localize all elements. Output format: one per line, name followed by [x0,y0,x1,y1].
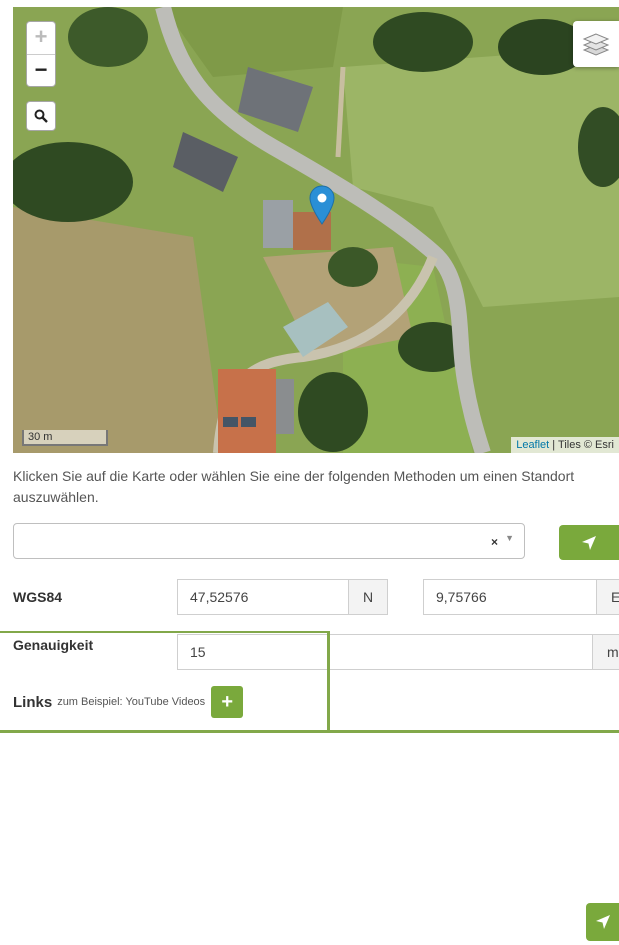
map-marker-icon[interactable] [309,185,335,225]
search-icon [34,109,48,123]
accuracy-unit: m [592,634,619,670]
map-view[interactable]: + − 30 m Leaflet | Tiles © Esri [13,7,619,453]
wgs84-label: WGS84 [13,589,63,605]
accuracy-label: Genauigkeit [13,637,94,653]
attribution-separator: | [549,439,559,451]
zoom-control: + − [26,21,56,87]
chevron-down-icon[interactable]: ▼ [505,533,514,543]
longitude-input[interactable]: 9,75766 [423,579,597,615]
zoom-in-button[interactable]: + [27,22,55,54]
layers-button[interactable] [573,21,619,67]
map-scale: 30 m [22,430,108,446]
latitude-unit: N [348,579,388,615]
zoom-out-button[interactable]: − [27,54,55,87]
instruction-text: Klicken Sie auf die Karte oder wählen Si… [13,468,575,505]
location-select[interactable]: × ▼ [13,523,525,559]
location-arrow-icon [582,535,596,550]
highlight-outline-top [0,631,330,633]
layers-icon [582,33,610,56]
leaflet-link[interactable]: Leaflet [516,439,549,451]
locate-me-button-bottom[interactable] [586,903,619,941]
latitude-input[interactable]: 47,52576 [177,579,349,615]
links-row: Links zum Beispiel: YouTube Videos + [13,686,244,718]
links-label: Links [13,693,53,711]
location-arrow-icon [595,915,610,929]
satellite-imagery [13,7,619,453]
locate-me-button[interactable] [559,525,619,560]
clear-icon[interactable]: × [491,535,498,549]
longitude-unit: E [596,579,619,615]
add-link-button[interactable]: + [211,686,244,718]
map-attribution: Leaflet | Tiles © Esri [511,437,619,453]
highlight-outline-bottom [330,730,619,733]
tiles-credit: Tiles © Esri [558,439,614,451]
map-search-button[interactable] [26,101,56,131]
accuracy-input[interactable]: 15 [177,634,593,670]
links-hint: zum Beispiel: YouTube Videos [57,696,206,708]
